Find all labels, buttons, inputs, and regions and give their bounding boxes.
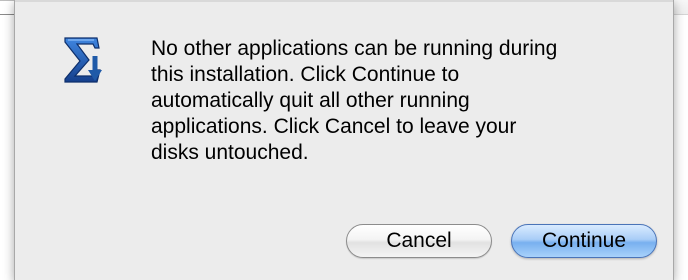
- continue-button[interactable]: Continue: [511, 224, 657, 258]
- sigma-installer-icon: [63, 36, 109, 84]
- background-window-edge: [0, 14, 14, 15]
- alert-message: No other applications can be running dur…: [151, 37, 558, 164]
- screen: No other applications can be running dur…: [0, 0, 688, 280]
- dialog-top-edge: [15, 0, 673, 2]
- alert-dialog: No other applications can be running dur…: [14, 0, 674, 280]
- cancel-button[interactable]: Cancel: [346, 224, 492, 258]
